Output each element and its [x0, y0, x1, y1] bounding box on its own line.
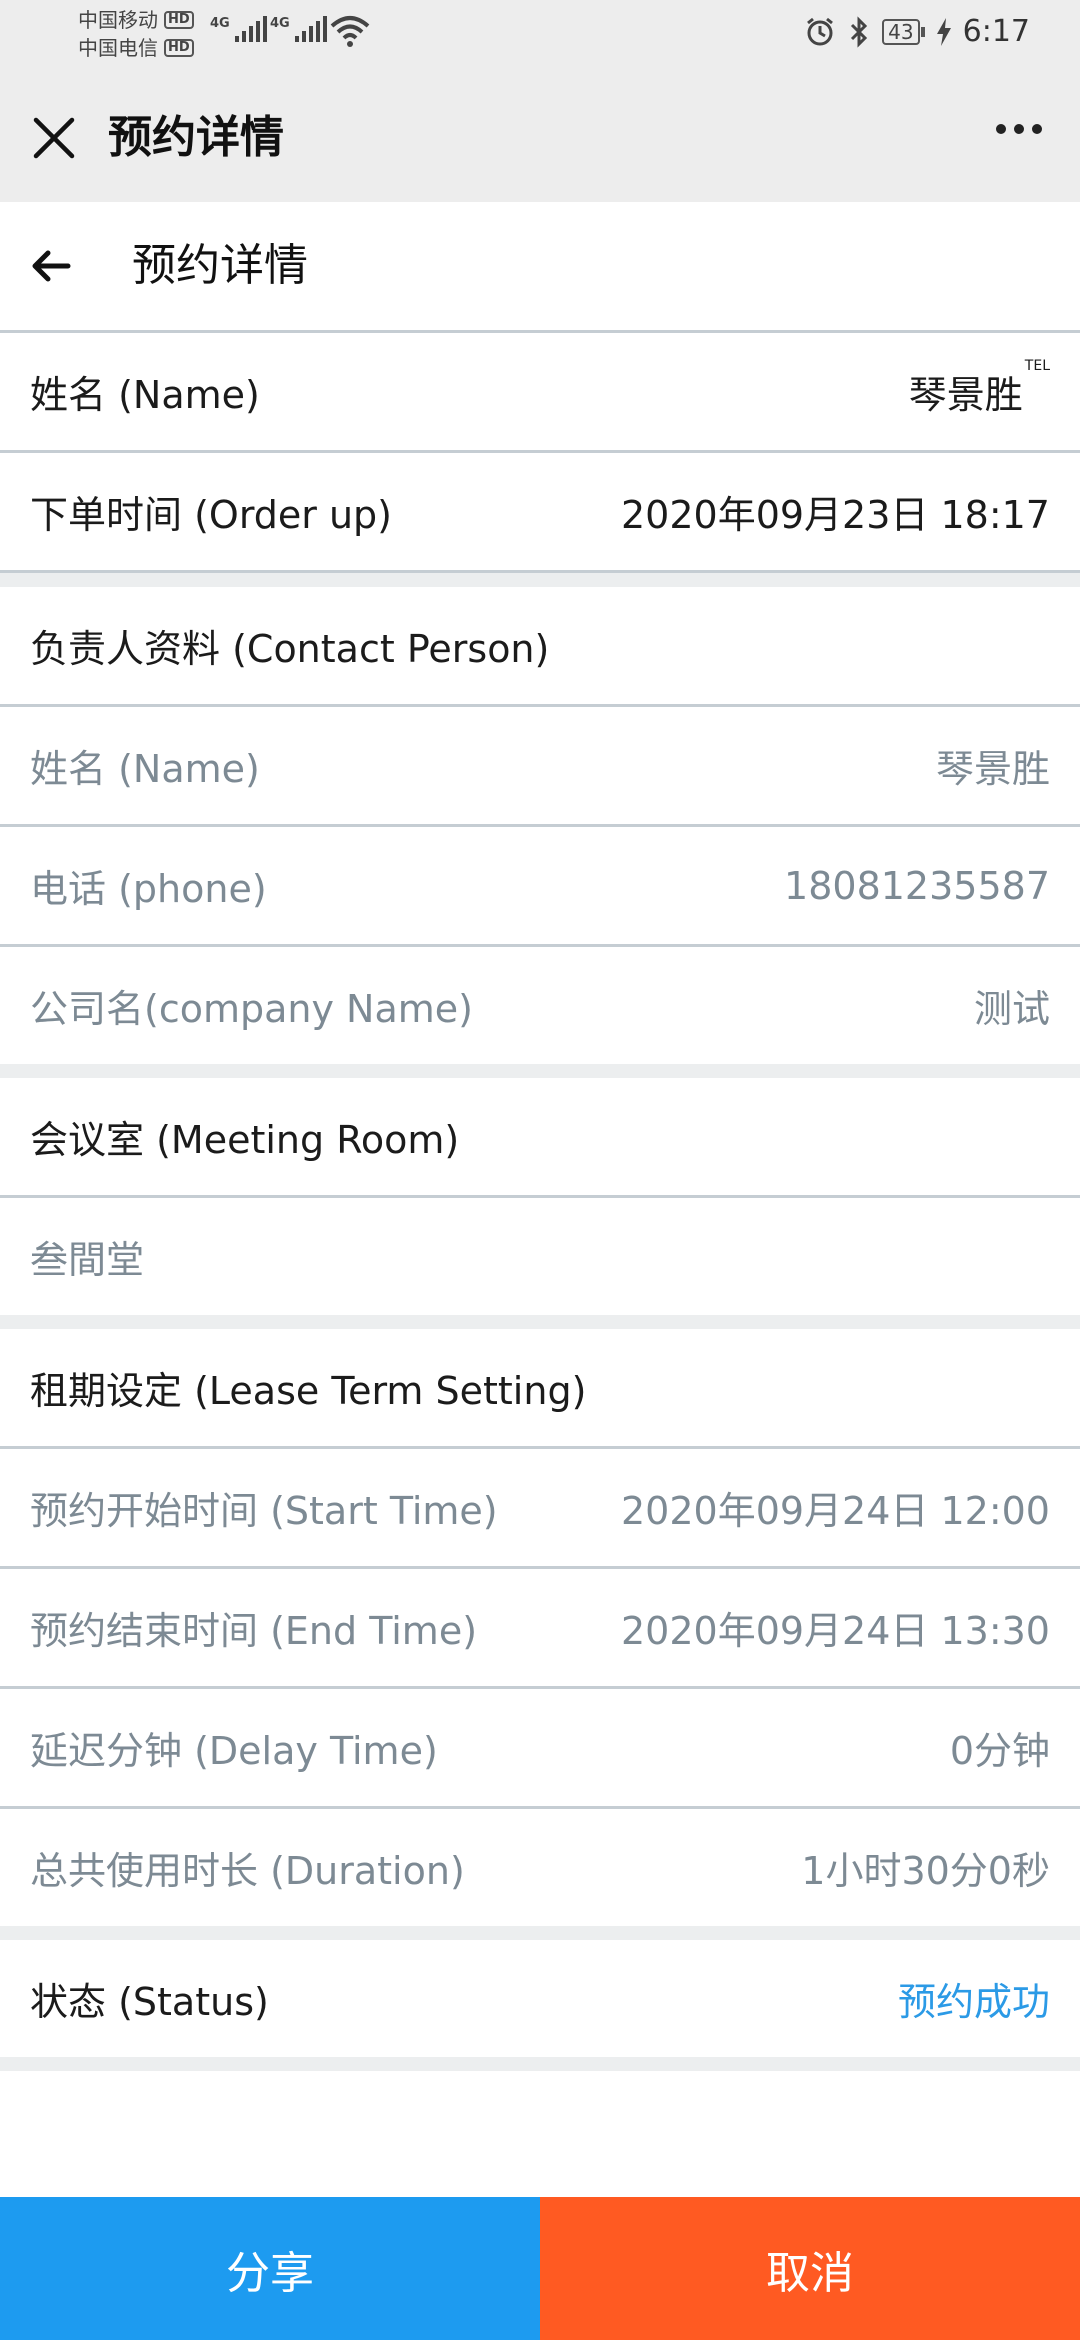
- contact-phone-value: 18081235587: [784, 863, 1050, 908]
- clock: 6:17: [962, 14, 1030, 49]
- section-divider: [0, 1064, 1080, 1078]
- wechat-header: 预约详情: [0, 72, 1080, 202]
- booking-details: 姓名 (Name) 琴景胜TEL 下单时间 (Order up) 2020年09…: [0, 333, 1080, 2071]
- hd-badge: HD: [164, 11, 194, 29]
- charging-icon: [936, 17, 951, 46]
- contact-section-title: 负责人资料 (Contact Person): [30, 627, 550, 671]
- more-dots-icon[interactable]: [996, 124, 1042, 134]
- end-time-value: 2020年09月24日 13:30: [620, 1609, 1050, 1653]
- tel-badge[interactable]: TEL: [1025, 358, 1050, 374]
- carrier-1: 中国移动: [78, 8, 158, 32]
- order-time-label: 下单时间 (Order up): [30, 493, 393, 537]
- signal-icon: 4G: [210, 16, 267, 42]
- lease-section-header: 租期设定 (Lease Term Setting): [0, 1329, 1080, 1449]
- section-divider: [0, 573, 1080, 587]
- bottom-action-bar: 分享 取消: [0, 2197, 1080, 2340]
- close-icon[interactable]: [28, 112, 80, 164]
- delay-time-row: 延迟分钟 (Delay Time) 0分钟: [0, 1689, 1080, 1809]
- name-label: 姓名 (Name): [30, 373, 260, 417]
- alarm-icon: [807, 17, 834, 45]
- carrier-2: 中国电信: [78, 36, 158, 60]
- meeting-room-row: 叁間堂: [0, 1198, 1080, 1315]
- wifi-icon: [330, 16, 370, 47]
- meeting-section-title: 会议室 (Meeting Room): [30, 1118, 460, 1162]
- duration-row: 总共使用时长 (Duration) 1小时30分0秒: [0, 1809, 1080, 1926]
- section-divider: [0, 1926, 1080, 1940]
- meeting-section-header: 会议室 (Meeting Room): [0, 1078, 1080, 1198]
- end-time-label: 预约结束时间 (End Time): [30, 1609, 478, 1653]
- end-time-row: 预约结束时间 (End Time) 2020年09月24日 13:30: [0, 1569, 1080, 1689]
- header-title: 预约详情: [108, 112, 284, 163]
- meeting-room-value: 叁間堂: [30, 1238, 145, 1282]
- hd-badge: HD: [164, 39, 194, 57]
- status-bar: 中国移动 HD 中国电信 HD 4G 4G 43 6:17: [0, 0, 1080, 72]
- contact-name-value: 琴景胜: [935, 747, 1050, 791]
- section-divider: [0, 1315, 1080, 1329]
- contact-company-label: 公司名(company Name): [30, 987, 473, 1031]
- status-row: 状态 (Status) 预约成功: [0, 1940, 1080, 2057]
- carrier-info: 中国移动 HD 中国电信 HD: [78, 6, 194, 62]
- order-time-value: 2020年09月23日 18:17: [620, 493, 1050, 537]
- contact-phone-label: 电话 (phone): [30, 867, 267, 911]
- status-label: 状态 (Status): [30, 1980, 269, 2024]
- cancel-button[interactable]: 取消: [540, 2197, 1080, 2340]
- contact-section-header: 负责人资料 (Contact Person): [0, 587, 1080, 707]
- bluetooth-icon: [851, 15, 868, 48]
- lease-section-title: 租期设定 (Lease Term Setting): [30, 1369, 587, 1413]
- name-row: 姓名 (Name) 琴景胜TEL: [0, 333, 1080, 453]
- signal-icon: 4G: [270, 16, 327, 42]
- section-divider: [0, 2057, 1080, 2071]
- start-time-label: 预约开始时间 (Start Time): [30, 1489, 498, 1533]
- contact-name-label: 姓名 (Name): [30, 747, 260, 791]
- order-time-row: 下单时间 (Order up) 2020年09月23日 18:17: [0, 453, 1080, 573]
- name-value[interactable]: 琴景胜TEL: [909, 358, 1050, 419]
- delay-time-label: 延迟分钟 (Delay Time): [30, 1729, 438, 1773]
- battery-icon: 43: [882, 18, 925, 45]
- duration-label: 总共使用时长 (Duration): [30, 1849, 465, 1893]
- share-button[interactable]: 分享: [0, 2197, 540, 2340]
- start-time-row: 预约开始时间 (Start Time) 2020年09月24日 12:00: [0, 1449, 1080, 1569]
- contact-name-row: 姓名 (Name) 琴景胜: [0, 707, 1080, 827]
- delay-time-value: 0分钟: [949, 1729, 1050, 1773]
- start-time-value: 2020年09月24日 12:00: [620, 1489, 1050, 1533]
- contact-company-value: 测试: [973, 987, 1050, 1031]
- arrow-left-icon[interactable]: [28, 242, 76, 290]
- contact-phone-row: 电话 (phone) 18081235587: [0, 827, 1080, 947]
- page-title: 预约详情: [132, 240, 308, 291]
- page-nav-bar: 预约详情: [0, 202, 1080, 333]
- status-value: 预约成功: [897, 1980, 1050, 2024]
- contact-company-row: 公司名(company Name) 测试: [0, 947, 1080, 1064]
- duration-value: 1小时30分0秒: [801, 1849, 1050, 1893]
